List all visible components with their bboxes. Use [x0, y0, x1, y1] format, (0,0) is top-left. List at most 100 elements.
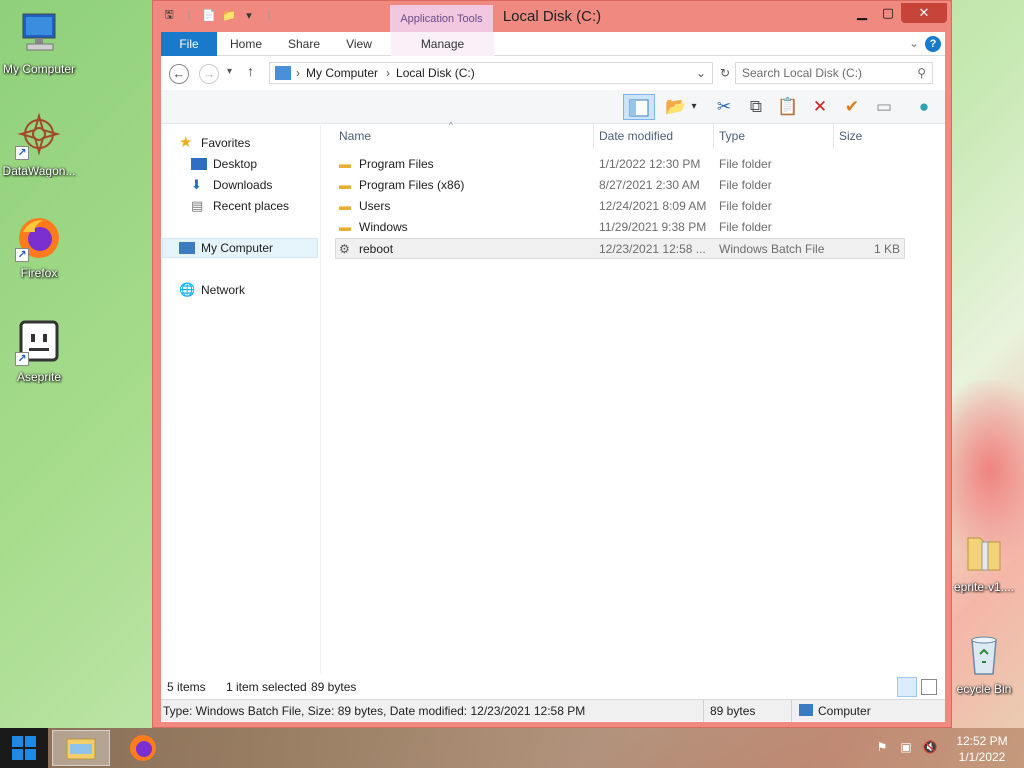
column-header-size[interactable]: Size — [839, 129, 862, 147]
desktop-icon-firefox[interactable]: ↗ Firefox — [0, 214, 78, 280]
desktop-icon-aseprite[interactable]: ↗ Aseprite — [0, 318, 78, 384]
desktop-icon-label: Firefox — [20, 266, 58, 280]
details-location: Computer — [818, 704, 871, 718]
address-bar[interactable]: › My Computer › Local Disk (C:) ⌄ — [269, 62, 713, 84]
desktop-icon-label: ecycle Bin — [956, 682, 1012, 696]
nav-item-recent-places[interactable]: ▤ Recent places — [191, 196, 289, 216]
folder-icon: ▬ — [339, 220, 351, 234]
desktop-icon-label: eprite-v1.... — [953, 580, 1015, 594]
file-explorer-icon — [66, 738, 96, 760]
breadcrumb-separator: › — [386, 66, 391, 80]
back-button[interactable]: ← — [169, 64, 189, 84]
file-row[interactable]: ▬ Program Files 1/1/2022 12:30 PM File f… — [335, 154, 905, 175]
column-header-type[interactable]: Type — [719, 129, 745, 147]
item-count: 5 items — [167, 680, 206, 694]
taskbar-firefox[interactable] — [114, 730, 172, 766]
selection-size: 89 bytes — [311, 680, 357, 694]
up-button[interactable]: ↑ — [247, 63, 254, 79]
cut-icon[interactable]: ✂ — [711, 94, 737, 120]
start-button[interactable] — [0, 728, 48, 768]
delete-icon[interactable]: ✕ — [807, 94, 833, 120]
recycle-bin-icon — [960, 630, 1008, 678]
search-placeholder: Search Local Disk (C:) — [742, 66, 863, 80]
internet-icon[interactable]: ● — [911, 94, 937, 120]
breadcrumb-local-disk[interactable]: Local Disk (C:) — [396, 66, 475, 80]
star-icon: ★ — [179, 134, 193, 151]
breadcrumb-my-computer[interactable]: My Computer — [306, 66, 378, 80]
title-bar[interactable]: 🖫 | 📄 📁 ▾ | Application Tools Local Disk… — [153, 1, 951, 33]
expand-ribbon-icon[interactable]: ⌄ — [909, 36, 919, 50]
chevron-down-icon[interactable]: ⌄ — [696, 66, 706, 80]
clock-date: 1/1/2022 — [958, 750, 1006, 764]
nav-label: My Computer — [201, 241, 274, 255]
select-icon[interactable]: 📂 — [663, 94, 689, 120]
column-divider[interactable] — [713, 125, 714, 149]
windows-logo-icon — [12, 736, 36, 760]
file-type: File folder — [719, 178, 772, 192]
forward-button[interactable]: → — [199, 64, 219, 84]
nav-item-desktop[interactable]: Desktop — [191, 154, 257, 174]
file-name: Program Files — [359, 157, 434, 171]
nav-item-downloads[interactable]: ⬇ Downloads — [191, 175, 272, 195]
folder-icon: ▬ — [339, 157, 351, 171]
taskbar-file-explorer[interactable] — [52, 730, 110, 766]
desktop-icon-datawagon[interactable]: ↗ DataWagon... — [0, 112, 78, 178]
help-icon[interactable]: ? — [925, 36, 941, 52]
file-row[interactable]: ▬ Windows 11/29/2021 9:38 PM File folder — [335, 217, 905, 238]
paste-icon[interactable]: 📋 — [775, 94, 801, 120]
desktop-icon-recycle-bin[interactable]: ecycle Bin — [944, 630, 1024, 696]
refresh-icon[interactable]: ↻ — [715, 63, 735, 83]
firefox-icon: ↗ — [15, 214, 63, 262]
details-size: 89 bytes — [710, 704, 756, 718]
desktop-icon-my-computer[interactable]: My Computer — [0, 10, 78, 76]
preview-pane-button[interactable] — [623, 94, 655, 120]
file-row-selected[interactable]: ⚙ reboot 12/23/2021 12:58 ... Windows Ba… — [335, 238, 905, 259]
close-button[interactable]: ✕ — [901, 3, 947, 23]
column-divider[interactable] — [593, 125, 594, 149]
file-date: 11/29/2021 9:38 PM — [599, 220, 707, 234]
column-header-name[interactable]: Name — [339, 129, 371, 147]
nav-item-favorites[interactable]: ★ Favorites — [179, 133, 250, 153]
desktop-icon — [191, 158, 207, 170]
action-center-icon[interactable]: ⚑ — [874, 740, 890, 756]
file-row[interactable]: ▬ Program Files (x86) 8/27/2021 2:30 AM … — [335, 175, 905, 196]
tab-home[interactable]: Home — [221, 32, 271, 56]
column-header-date[interactable]: Date modified — [599, 129, 673, 147]
tab-manage[interactable]: Manage — [391, 32, 494, 56]
details-text: Type: Windows Batch File, Size: 89 bytes… — [163, 704, 586, 718]
chevron-down-icon[interactable]: ▾ — [687, 94, 701, 120]
large-icons-view-button[interactable] — [921, 679, 937, 695]
sort-indicator-icon: ^ — [449, 121, 453, 130]
copy-icon[interactable]: ⧉ — [743, 94, 769, 120]
selection-count: 1 item selected — [226, 680, 307, 694]
column-divider[interactable] — [833, 125, 834, 149]
window-title: Local Disk (C:) — [502, 8, 602, 25]
breadcrumb-separator: › — [296, 66, 300, 80]
clock-time: 12:52 PM — [956, 734, 1008, 748]
check-icon[interactable]: ✔ — [839, 94, 865, 120]
file-name: Program Files (x86) — [359, 178, 465, 192]
desktop-icon-aseprite-archive[interactable]: eprite-v1.... — [944, 528, 1024, 594]
file-name: Users — [359, 199, 391, 213]
tab-file[interactable]: File — [161, 32, 217, 56]
nav-label: Desktop — [213, 157, 258, 171]
nav-item-network[interactable]: 🌐 Network — [179, 280, 245, 300]
minimize-button[interactable]: ▁ — [849, 3, 875, 23]
network-icon: 🌐 — [179, 282, 196, 297]
ribbon-tabs: File Home Share View Manage ⌄ ? — [161, 32, 945, 56]
tab-share[interactable]: Share — [279, 32, 329, 56]
tab-view[interactable]: View — [335, 32, 383, 56]
shortcut-arrow-icon: ↗ — [15, 248, 29, 262]
file-type: Windows Batch File — [719, 242, 825, 256]
recent-locations-dropdown[interactable]: ▾ — [227, 66, 232, 77]
file-row[interactable]: ▬ Users 12/24/2021 8:09 AM File folder — [335, 196, 905, 217]
rename-icon[interactable]: ▭ — [871, 94, 897, 120]
search-input[interactable]: Search Local Disk (C:) ⚲ — [735, 62, 933, 84]
nav-label: Favorites — [201, 136, 251, 150]
details-view-button[interactable] — [897, 677, 917, 697]
maximize-button[interactable]: ▢ — [875, 3, 901, 23]
system-clock[interactable]: 12:52 PM 1/1/2022 — [950, 733, 1014, 765]
nav-item-my-computer[interactable]: My Computer — [179, 238, 273, 258]
volume-muted-icon[interactable]: 🔇 — [922, 740, 938, 756]
network-status-icon[interactable]: ▣ — [898, 740, 914, 756]
